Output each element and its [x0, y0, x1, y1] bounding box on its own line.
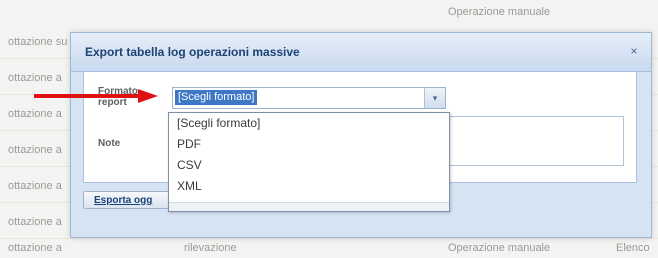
format-option[interactable]: CSV [169, 155, 449, 175]
background-cell: Elenco [616, 242, 650, 254]
format-option[interactable]: XML [169, 176, 449, 196]
background-row-label: ottazione a [8, 180, 62, 192]
note-label: Note [98, 138, 121, 149]
chevron-down-icon[interactable]: ▾ [424, 88, 445, 108]
background-row-label: ottazione a [8, 144, 62, 156]
dialog-title: Export tabella log operazioni massive [85, 45, 300, 59]
dialog-titlebar[interactable]: Export tabella log operazioni massive × [71, 33, 651, 72]
dropdown-scrollbar[interactable] [169, 202, 449, 211]
background-row-label: ottazione a [8, 108, 62, 120]
arrow-head [138, 89, 158, 103]
background-cell: Operazione manuale [448, 6, 551, 18]
format-select[interactable]: [Scegli formato] ▾ [172, 87, 446, 109]
background-row-label: ottazione a [8, 216, 62, 228]
background-top-row: Operazione manuale [0, 0, 658, 22]
format-option[interactable]: [Scegli formato] [169, 113, 449, 133]
format-dropdown-list: [Scegli formato] PDF CSV XML [168, 112, 450, 212]
close-icon[interactable]: × [627, 44, 641, 58]
red-arrow-annotation [34, 89, 158, 103]
format-option[interactable]: PDF [169, 134, 449, 154]
format-selected-value[interactable]: [Scegli formato] [175, 90, 258, 105]
background-row-label: ottazione su [8, 36, 68, 48]
background-cell: rilevazione [184, 242, 237, 254]
background-cell: Operazione manuale [448, 242, 551, 254]
background-row-label: ottazione a [8, 72, 62, 84]
export-button[interactable]: Esporta ogg [83, 191, 173, 209]
background-cell: ottazione a [8, 242, 62, 254]
background-bottom-row: ottazione a rilevazione Operazione manua… [0, 240, 658, 258]
